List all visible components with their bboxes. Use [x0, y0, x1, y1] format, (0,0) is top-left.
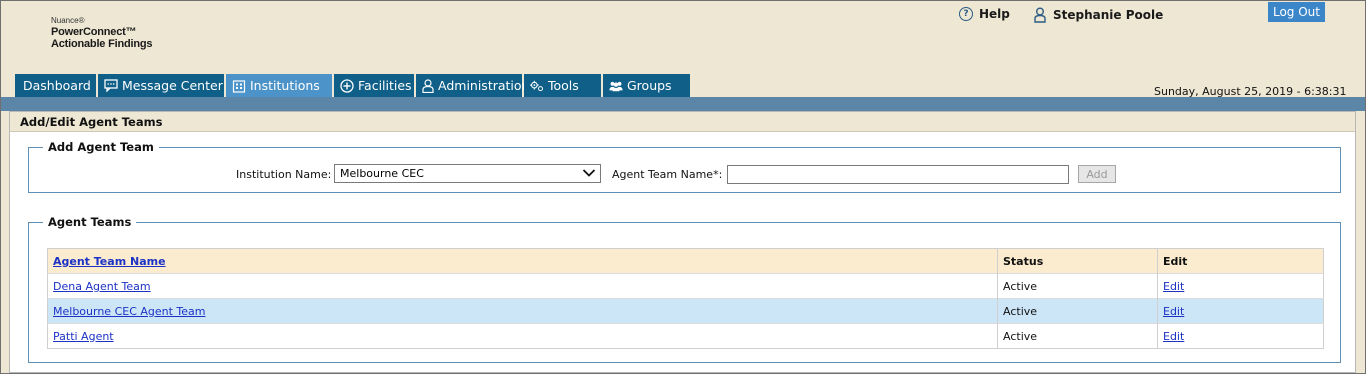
agent-teams-section: Agent Teams Agent Team Name Status Edit …	[28, 215, 1341, 363]
cell-edit: Edit	[1157, 323, 1324, 349]
agent-teams-table: Agent Team Name Status Edit Dena Agent T…	[47, 248, 1324, 349]
panel-title: Add/Edit Agent Teams	[10, 112, 1355, 132]
agent-teams-legend: Agent Teams	[48, 215, 132, 229]
brand-product: PowerConnect™	[51, 26, 137, 38]
cell-team-name: Patti Agent	[47, 323, 998, 349]
tab-message-center[interactable]: Message Center	[98, 74, 224, 97]
help-link[interactable]: ? Help	[959, 7, 1010, 21]
edit-link[interactable]: Edit	[1163, 305, 1184, 318]
logout-button[interactable]: Log Out	[1268, 2, 1325, 22]
agent-team-name-input[interactable]	[727, 165, 1069, 184]
edit-link[interactable]: Edit	[1163, 330, 1184, 343]
brand-vendor: Nuance®	[51, 16, 85, 25]
institution-select[interactable]: Melbourne CEC	[334, 164, 601, 183]
tab-tools[interactable]: Tools	[524, 74, 601, 97]
table-row: Dena Agent Team Active Edit	[47, 273, 1324, 299]
building-icon	[232, 79, 246, 93]
team-name-link[interactable]: Dena Agent Team	[53, 280, 151, 293]
tab-dashboard[interactable]: Dashboard	[15, 74, 96, 97]
user-icon	[1034, 7, 1046, 23]
tab-label: Tools	[548, 78, 579, 93]
cell-edit: Edit	[1157, 298, 1324, 324]
edit-link[interactable]: Edit	[1163, 280, 1184, 293]
tab-administration[interactable]: Administration	[416, 74, 529, 97]
agent-teams-panel: Add/Edit Agent Teams Add Agent Team Inst…	[9, 111, 1356, 373]
table-header-row: Agent Team Name Status Edit	[47, 248, 1324, 274]
group-icon	[609, 79, 623, 93]
cell-team-name: Melbourne CEC Agent Team	[47, 298, 998, 324]
nav-underline-band	[1, 97, 1365, 111]
institution-name-label: Institution Name:	[236, 168, 332, 181]
column-header-edit: Edit	[1157, 248, 1324, 274]
team-name-link[interactable]: Melbourne CEC Agent Team	[53, 305, 206, 318]
tab-facilities[interactable]: Facilities	[334, 74, 414, 97]
table-row: Melbourne CEC Agent Team Active Edit	[47, 298, 1324, 324]
tab-label: Groups	[627, 78, 672, 93]
plus-circle-icon	[340, 78, 354, 93]
tab-label: Administration	[438, 78, 530, 93]
table-row: Patti Agent Active Edit	[47, 323, 1324, 349]
cell-status: Active	[997, 298, 1158, 324]
tab-institutions[interactable]: Institutions	[226, 74, 332, 97]
help-label: Help	[979, 7, 1010, 21]
app-header: Nuance® PowerConnect™ Actionable Finding…	[1, 1, 1365, 111]
add-section-legend: Add Agent Team	[48, 140, 154, 154]
add-button[interactable]: Add	[1078, 165, 1116, 183]
tab-label: Facilities	[358, 78, 412, 93]
chevron-down-icon	[582, 169, 596, 177]
main-nav: Dashboard Message Center Institutions Fa…	[15, 74, 690, 97]
chat-icon	[104, 79, 118, 93]
tab-label: Dashboard	[23, 78, 91, 93]
cell-edit: Edit	[1157, 273, 1324, 299]
institution-select-value: Melbourne CEC	[340, 167, 424, 180]
column-header-name[interactable]: Agent Team Name	[47, 248, 998, 274]
column-header-status: Status	[997, 248, 1158, 274]
tab-groups[interactable]: Groups	[603, 74, 690, 97]
agent-team-name-label: Agent Team Name*:	[612, 168, 723, 181]
user-menu[interactable]: Stephanie Poole	[1034, 7, 1163, 23]
user-name: Stephanie Poole	[1053, 8, 1164, 22]
cell-status: Active	[997, 323, 1158, 349]
brand-subtitle: Actionable Findings	[51, 38, 153, 50]
person-icon	[422, 78, 434, 93]
help-icon: ?	[959, 7, 973, 21]
add-agent-team-section: Add Agent Team Institution Name: Melbour…	[28, 140, 1341, 193]
cell-team-name: Dena Agent Team	[47, 273, 998, 299]
tab-label: Message Center	[122, 78, 223, 93]
tab-label: Institutions	[250, 78, 320, 93]
sort-by-name-link[interactable]: Agent Team Name	[53, 255, 166, 268]
team-name-link[interactable]: Patti Agent	[53, 330, 114, 343]
gears-icon	[530, 79, 544, 93]
cell-status: Active	[997, 273, 1158, 299]
brand-logo: Nuance® PowerConnect™ Actionable Finding…	[51, 16, 153, 50]
